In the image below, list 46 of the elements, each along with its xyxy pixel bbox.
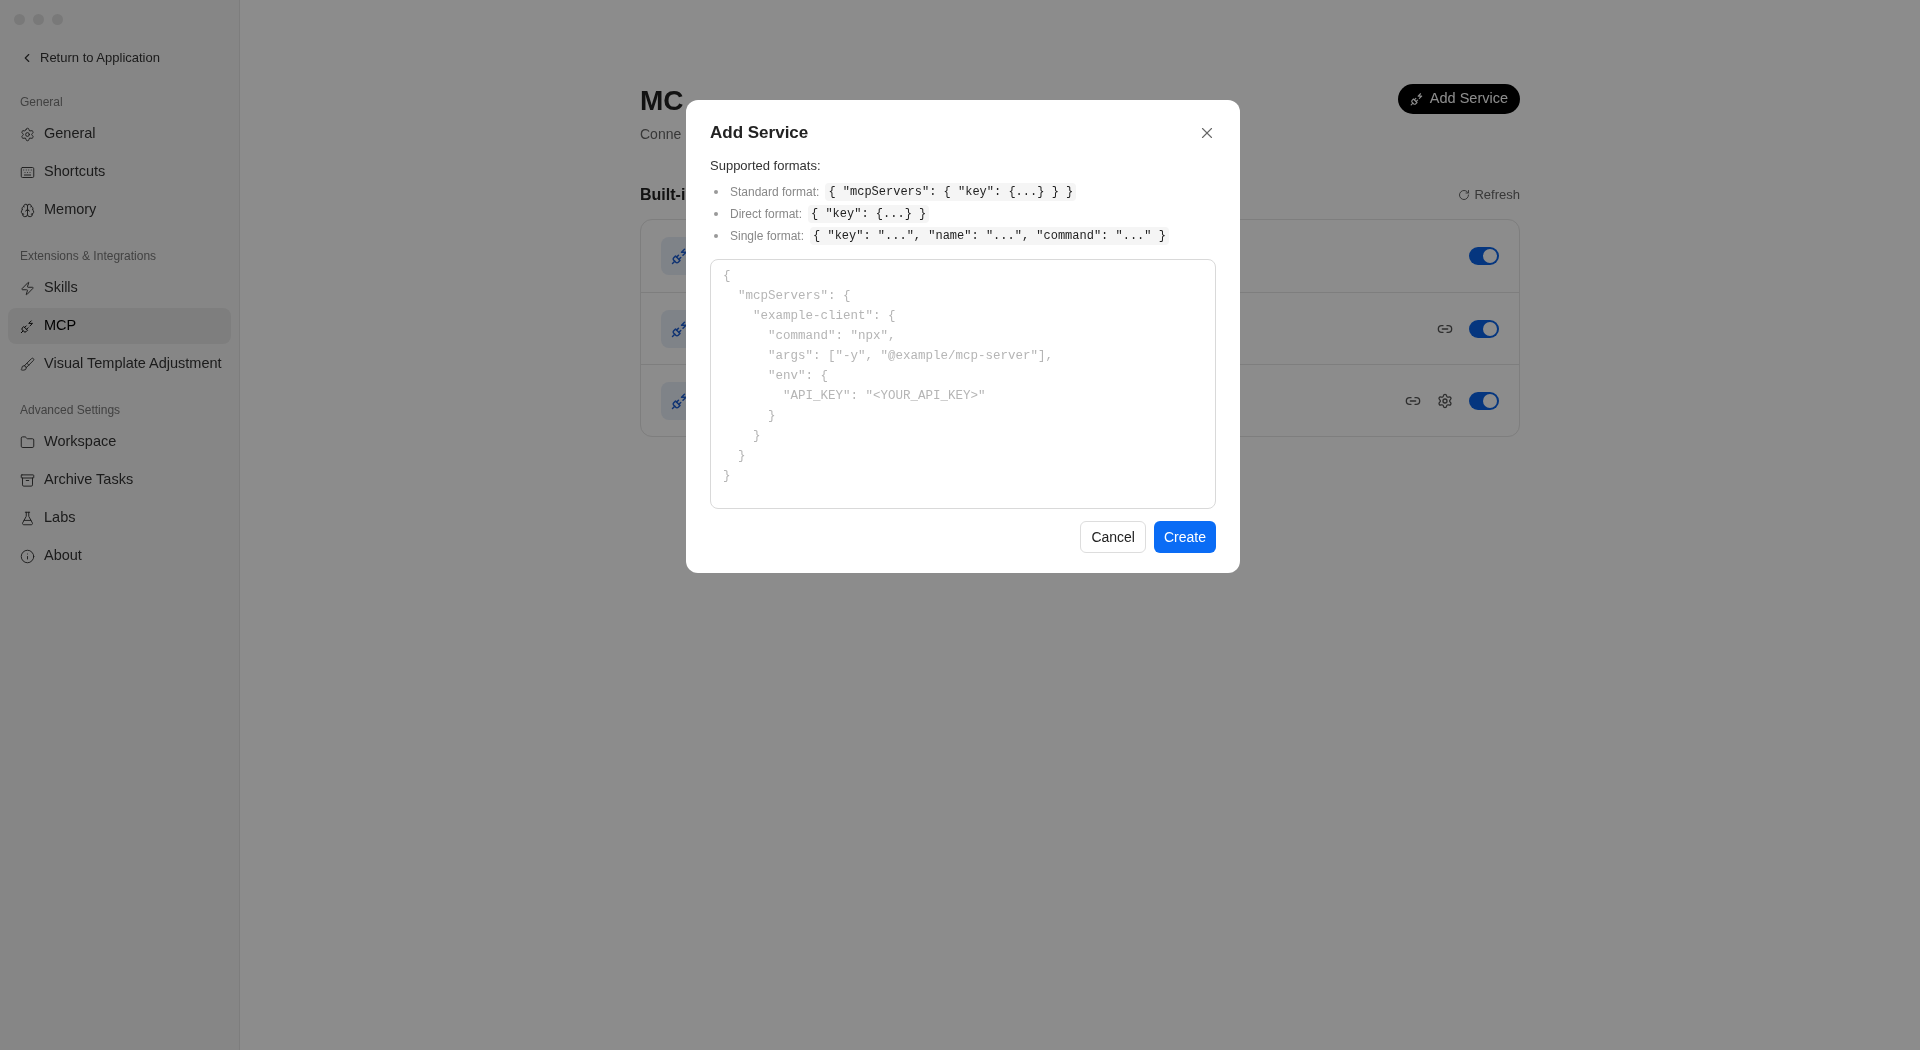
sidebar-item[interactable]: Labs (8, 500, 231, 536)
sidebar-item[interactable]: Workspace (8, 424, 231, 460)
sidebar-item[interactable]: Archive Tasks (8, 462, 231, 498)
section-heading: Advanced Settings (19, 402, 122, 419)
format-label: Single format: (730, 228, 805, 245)
add-service-button[interactable]: Add Service (1397, 84, 1520, 114)
info-icon (20, 548, 35, 564)
sidebar-item[interactable]: General (8, 116, 231, 152)
plug-icon (20, 318, 35, 334)
sidebar-item[interactable]: MCP (8, 308, 231, 344)
folder-icon (20, 434, 35, 450)
section-heading: Extensions & Integrations (19, 248, 158, 265)
section-title: Built-i (640, 185, 686, 205)
sidebar-item[interactable]: Visual Template Adjustment (8, 346, 231, 382)
refresh-button[interactable]: Refresh (1458, 185, 1520, 205)
lightning-icon (20, 280, 35, 296)
sidebar-item[interactable]: Skills (8, 270, 231, 306)
sidebar-item[interactable]: Memory (8, 192, 231, 228)
format-label: Direct format: (730, 206, 802, 223)
section-heading: General (19, 94, 64, 111)
sidebar-item[interactable]: Shortcuts (8, 154, 231, 190)
format-code: { "key": "...", "name": "...", "command": "..." } (810, 227, 1169, 245)
format-code: { "mcpServers": { "key": {...} } } (825, 183, 1077, 201)
refresh-icon (1458, 189, 1471, 201)
keyboard-icon (20, 164, 35, 180)
toggle-switch[interactable] (1469, 319, 1499, 338)
create-button[interactable]: Create (1153, 521, 1216, 553)
gear-icon (20, 126, 35, 142)
dialog-title: Add Service (710, 122, 809, 144)
settings-icon[interactable] (1437, 392, 1453, 409)
toggle-switch[interactable] (1469, 391, 1499, 410)
page-subtitle: Conne (640, 125, 683, 144)
archive-icon (20, 472, 35, 488)
dialog-intro: Supported formats: (710, 156, 822, 175)
sidebar-item[interactable]: About (8, 538, 231, 574)
format-code: { "key": {...} } (808, 205, 930, 223)
flask-icon (20, 510, 35, 526)
brush-icon (20, 356, 35, 372)
toggle-switch[interactable] (1469, 247, 1499, 265)
cancel-button[interactable]: Cancel (1080, 521, 1146, 553)
page-title: MC (640, 84, 684, 118)
back-link[interactable]: Return to Application (8, 40, 231, 76)
format-label: Standard format: (730, 184, 820, 201)
json-input-field[interactable]: { "mcpServers": { "example-client": { "command": "npx", "args": ["-y", "@example/mcp-server"], "env": { "API_KEY": "<YOUR_API_KEY>" } } } } (710, 259, 1216, 509)
brain-icon (20, 202, 35, 218)
plug-icon (1409, 92, 1424, 106)
